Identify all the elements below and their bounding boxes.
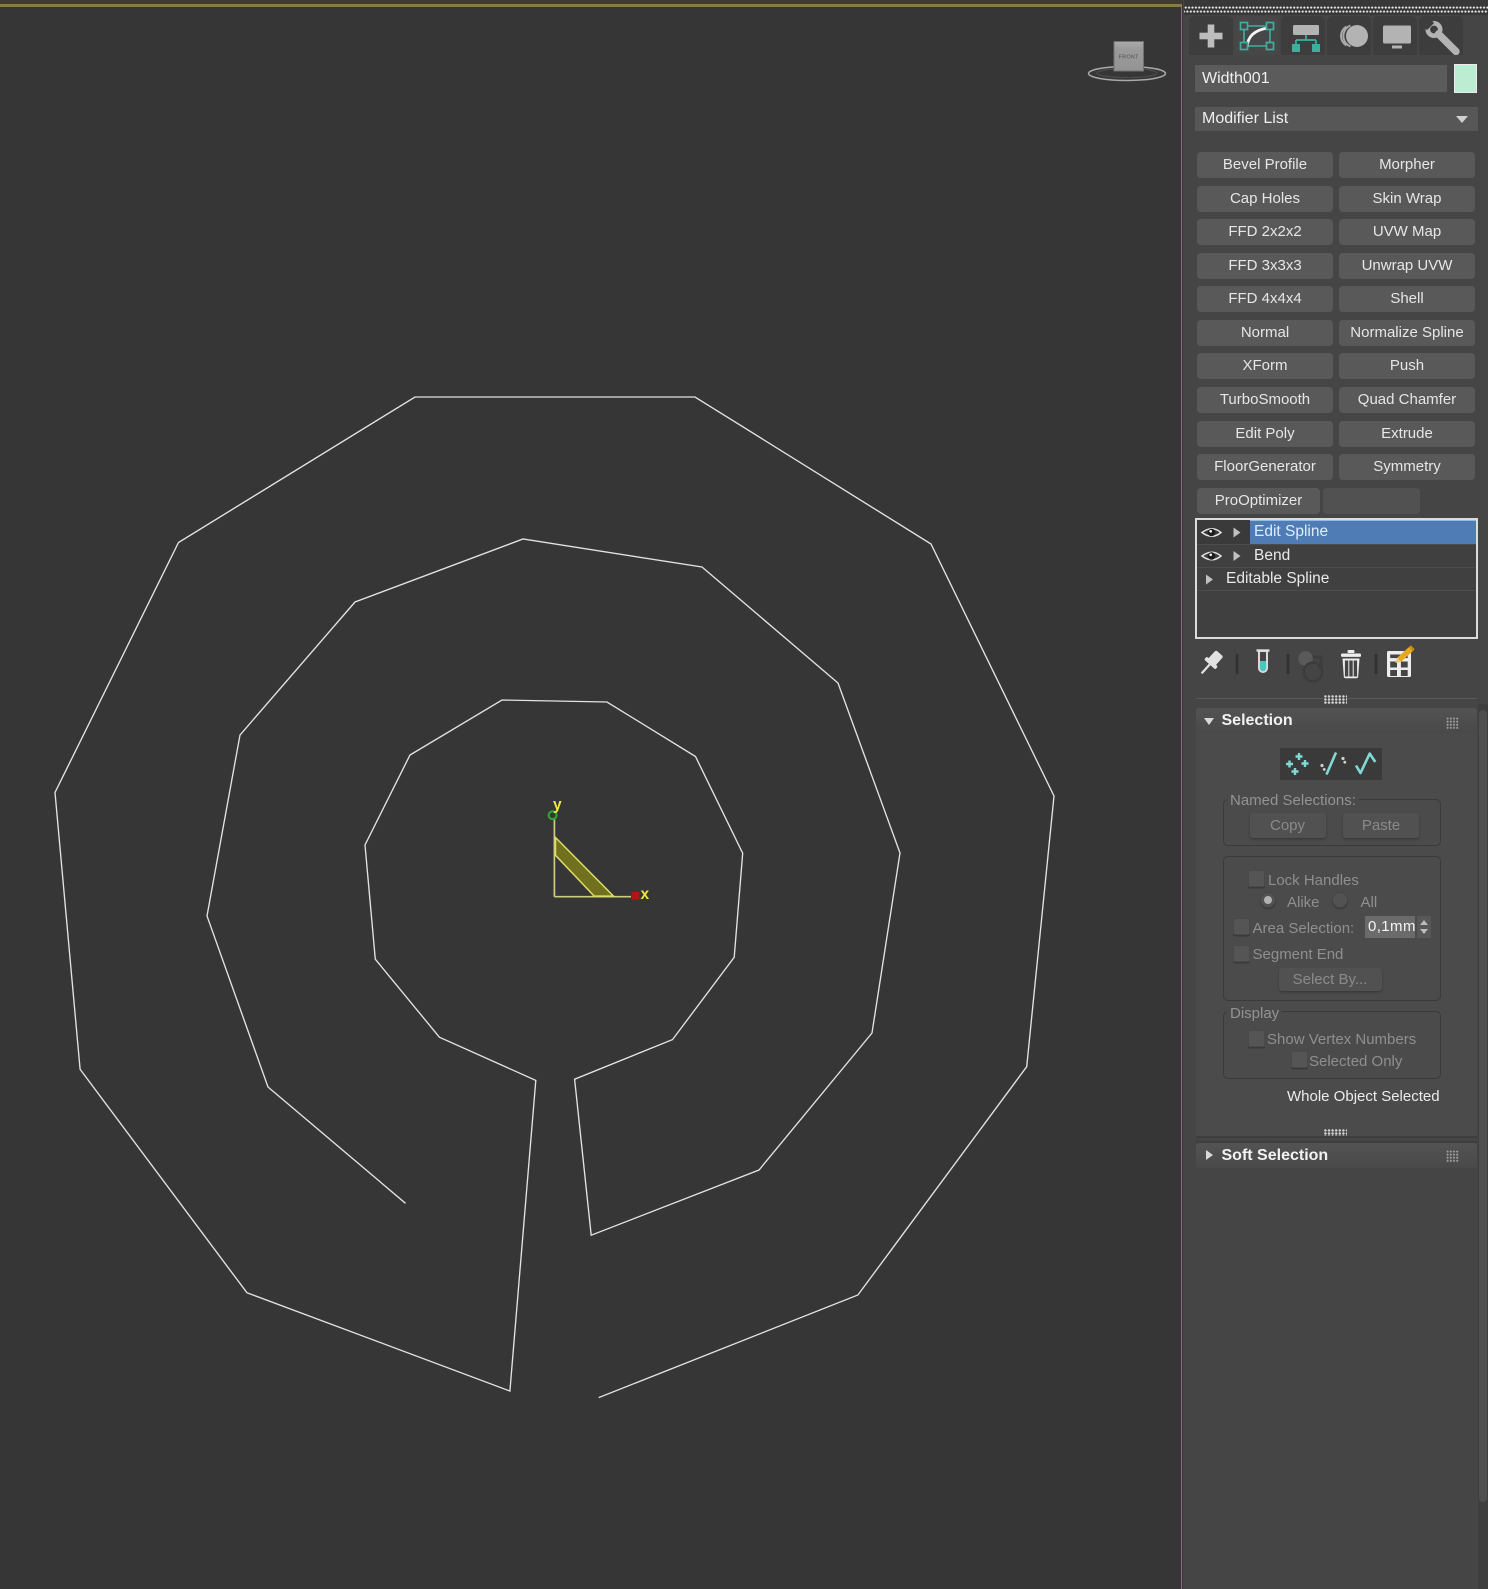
svg-text:x: x bbox=[641, 886, 650, 903]
svg-text:y: y bbox=[553, 797, 562, 814]
svg-text:FRONT: FRONT bbox=[1119, 55, 1139, 61]
